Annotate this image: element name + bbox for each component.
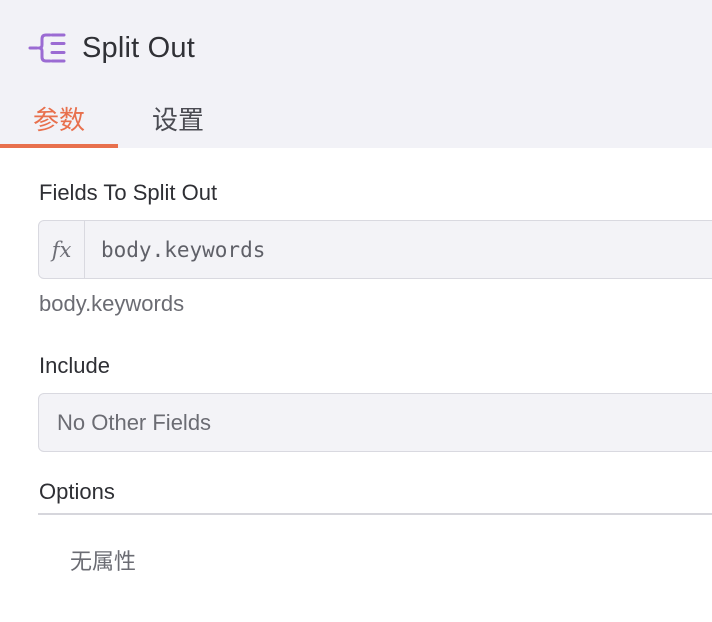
options-label: Options [39,479,115,504]
node-title: Split Out [82,31,196,64]
split-out-icon [28,28,68,68]
title-row: Split Out [28,28,195,68]
options-empty-text: 无属性 [70,550,137,575]
expression-toggle-icon[interactable]: fx [39,221,85,278]
tab-settings[interactable]: 设置 [118,88,238,148]
expression-preview: body.keywords [39,291,185,316]
node-header: Split Out 参数 设置 [0,0,712,148]
include-selected-value[interactable]: No Other Fields [57,394,211,451]
tab-parameters[interactable]: 参数 [0,88,118,148]
fields-to-split-out-label: Fields To Split Out [39,180,218,205]
include-select[interactable]: No Other Fields [38,393,712,452]
fields-to-split-out-input[interactable]: body.keywords [101,221,265,278]
tab-bar: 参数 设置 [0,88,238,148]
include-label: Include [39,353,110,378]
fields-to-split-out-field[interactable]: fx body.keywords [38,220,712,279]
options-divider [38,513,712,515]
